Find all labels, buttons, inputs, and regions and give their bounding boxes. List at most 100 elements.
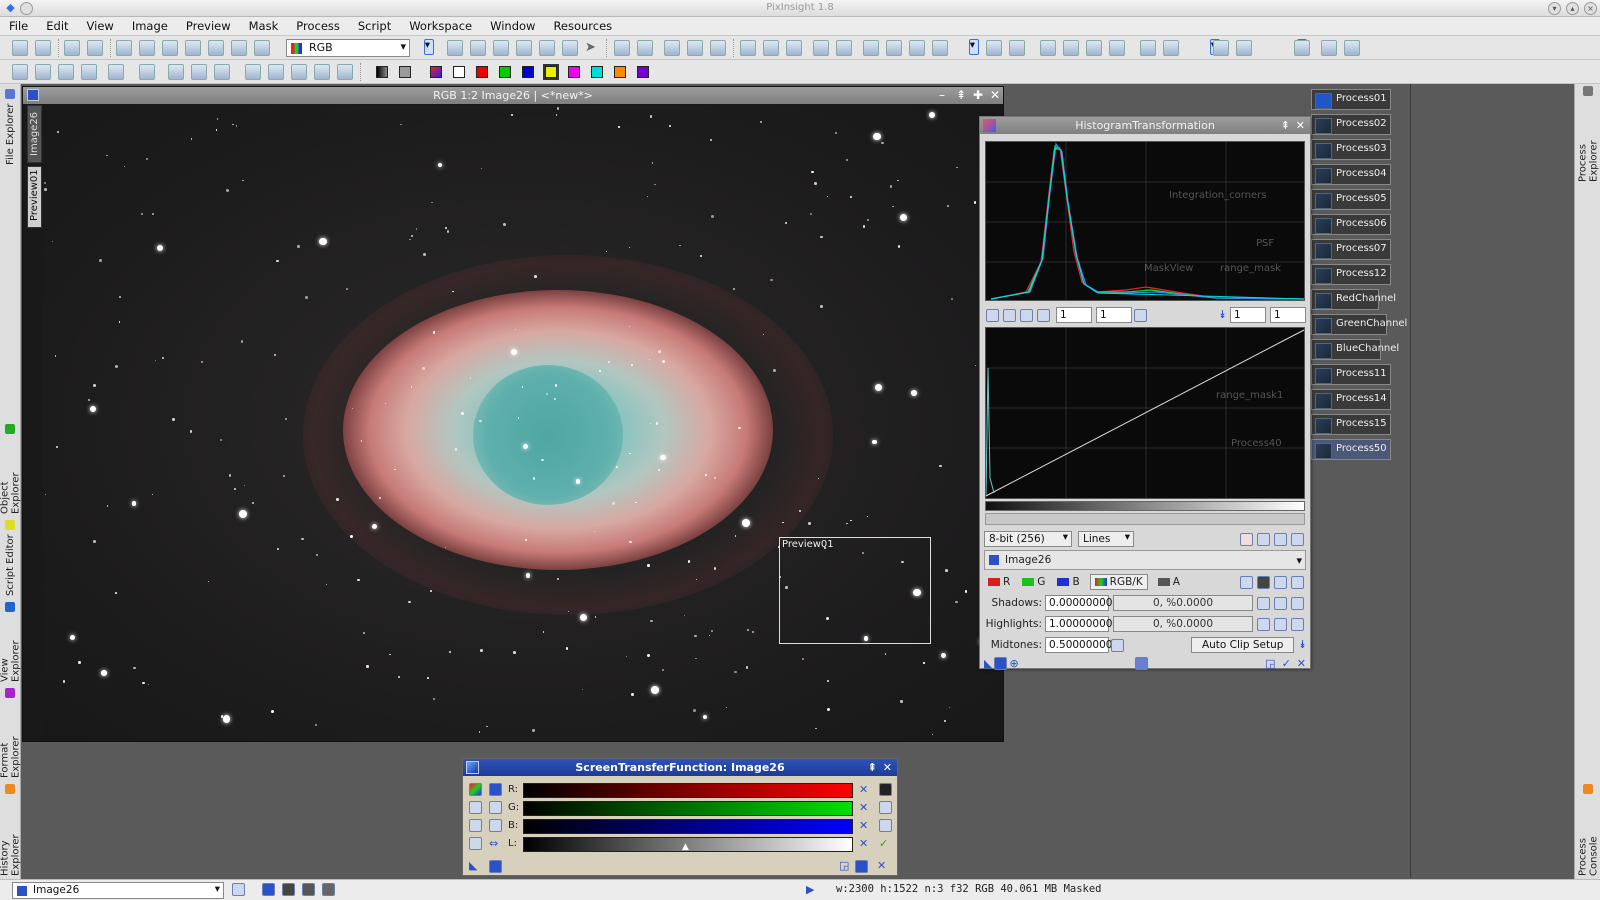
window-icon-3[interactable] <box>863 40 879 56</box>
magenta-swatch[interactable] <box>568 66 580 78</box>
channel-b[interactable]: B <box>1072 576 1079 588</box>
zoom-in-icon[interactable] <box>614 40 630 56</box>
channel-opt-icon-4[interactable] <box>1291 575 1304 589</box>
mask-mode-icon-3[interactable] <box>302 883 315 896</box>
stf-bar-b[interactable]: B: <box>508 819 853 834</box>
zoom-1-1-icon[interactable] <box>664 40 680 56</box>
menu-preview[interactable]: Preview <box>177 17 240 35</box>
stf-shade-button[interactable]: ⇞ <box>868 759 877 776</box>
reset-icon[interactable]: ✕ <box>1297 657 1306 670</box>
realtime-preview-icon[interactable]: ⊕ <box>1009 657 1018 670</box>
stf-window[interactable]: ScreenTransferFunction: Image26 ⇞ ✕ ⇔ R:… <box>462 758 898 876</box>
graph-style-select[interactable]: Lines <box>1078 531 1134 547</box>
cascade-icon[interactable] <box>786 40 802 56</box>
stf-close-button[interactable]: ✕ <box>883 759 892 776</box>
flip-icon[interactable] <box>337 64 353 80</box>
window-icon-5[interactable] <box>909 40 925 56</box>
image-canvas[interactable]: Preview01 <box>43 105 1003 741</box>
edit-preview-icon[interactable] <box>562 40 578 56</box>
process-icon-process01[interactable]: Process01 <box>1311 89 1391 110</box>
tool-icon-11[interactable] <box>1321 40 1337 56</box>
view-selector-row[interactable]: Image26 ▾ <box>984 550 1306 570</box>
stf-bar-l[interactable]: L: ▲ <box>508 837 853 852</box>
dock-tab-file-explorer[interactable]: File Explorer <box>2 88 19 166</box>
process-icon-greenchannel[interactable]: GreenChannel <box>1311 314 1407 335</box>
zoom-fit-icon[interactable] <box>447 40 463 56</box>
process-icon-process03[interactable]: Process03 <box>1311 139 1391 160</box>
menu-image[interactable]: Image <box>123 17 177 35</box>
stf-reset-icon[interactable]: ✕ <box>877 859 886 872</box>
menu-file[interactable]: File <box>0 17 37 35</box>
grid-icon[interactable] <box>1291 532 1304 546</box>
cyan-swatch[interactable] <box>591 66 603 78</box>
process-icon-process07[interactable]: Process07 <box>1311 239 1391 260</box>
menu-process[interactable]: Process <box>287 17 349 35</box>
maximize-button[interactable]: ▴ <box>1566 2 1579 15</box>
stf-reset-g-icon[interactable]: ✕ <box>859 801 868 814</box>
preview-rectangle[interactable]: Preview01 <box>779 537 931 644</box>
image-maximize-button[interactable]: ✚ <box>973 87 983 104</box>
script-icon-2[interactable] <box>35 64 51 80</box>
histogram-shade-button[interactable]: ⇞ <box>1281 117 1290 134</box>
stf-icon-3[interactable] <box>489 801 502 814</box>
histogram-center-icon[interactable] <box>1135 656 1149 670</box>
geometry-icon-2[interactable] <box>268 64 284 80</box>
window-icon-2[interactable] <box>836 40 852 56</box>
histogram-output-graph[interactable]: Integration_corners PSF MaskView range_m… <box>985 141 1305 301</box>
red-swatch[interactable] <box>476 66 488 78</box>
apply-global-icon[interactable] <box>994 656 1008 670</box>
script-icon-5[interactable] <box>108 64 124 80</box>
dock-tab-format-explorer[interactable]: Format Explorer <box>0 688 22 778</box>
new-preview-icon[interactable] <box>539 40 555 56</box>
green-swatch[interactable] <box>499 66 511 78</box>
window-icon-6[interactable] <box>932 40 948 56</box>
status-play-icon[interactable]: ▶ <box>806 883 814 896</box>
menu-window[interactable]: Window <box>481 17 544 35</box>
menu-script[interactable]: Script <box>349 17 400 35</box>
stf-reset-r-icon[interactable]: ✕ <box>859 783 868 796</box>
zoom-v2-input[interactable]: 1 <box>1270 307 1306 323</box>
workspace-icon-1[interactable] <box>986 40 1002 56</box>
process-icon-process50[interactable]: Process50 <box>1311 439 1391 460</box>
tool-icon-5[interactable] <box>1163 40 1179 56</box>
dock-tab-object-explorer[interactable]: Object Explorer <box>0 424 22 514</box>
browse-docs-icon[interactable]: ◲ <box>1265 657 1275 670</box>
tool-icon-3[interactable] <box>1109 40 1125 56</box>
rgb-swatch[interactable] <box>430 66 442 78</box>
midtones-reset-icon[interactable] <box>1111 638 1124 652</box>
histogram-titlebar[interactable]: HistogramTransformation ⇞ ✕ <box>980 117 1310 134</box>
view-selector[interactable]: Image26 <box>1005 554 1051 566</box>
stf-icon-6[interactable] <box>469 837 482 850</box>
process-icon-process06[interactable]: Process06 <box>1311 214 1391 235</box>
pan-hist-icon[interactable] <box>1037 308 1050 322</box>
preview-icon-3[interactable] <box>191 64 207 80</box>
zoom-v-input[interactable]: 1 <box>1096 307 1132 323</box>
lock-icon[interactable] <box>1040 40 1056 56</box>
zoom-reset-icon[interactable] <box>1020 308 1033 322</box>
white-swatch[interactable] <box>453 66 465 78</box>
center-icon[interactable] <box>493 40 509 56</box>
highlights-auto-icon[interactable] <box>1257 617 1270 631</box>
pan-icon[interactable] <box>470 40 486 56</box>
preview-icon-4[interactable] <box>214 64 230 80</box>
menu-edit[interactable]: Edit <box>37 17 77 35</box>
close-app-button[interactable]: × <box>1584 2 1597 15</box>
undo-icon[interactable] <box>12 40 28 56</box>
window-icon-1[interactable] <box>813 40 829 56</box>
menu-mask[interactable]: Mask <box>240 17 288 35</box>
tool-icon-4[interactable] <box>1140 40 1156 56</box>
zoom-out-icon[interactable] <box>637 40 653 56</box>
apply-check-icon[interactable]: ✓ <box>1282 657 1291 670</box>
menu-workspace[interactable]: Workspace <box>400 17 481 35</box>
fit-view-icon[interactable] <box>740 40 756 56</box>
expand-arrow-icon[interactable]: ⯯ <box>1219 308 1226 322</box>
stf-opt-icon-2[interactable] <box>879 801 892 814</box>
new-image-icon[interactable] <box>64 40 80 56</box>
redo-icon[interactable] <box>35 40 51 56</box>
move-icon[interactable] <box>516 40 532 56</box>
menu-view[interactable]: View <box>78 17 123 35</box>
preview-icon-1[interactable] <box>139 64 155 80</box>
zoom-h2-input[interactable]: 1 <box>1230 307 1266 323</box>
image-window[interactable]: RGB 1:2 Image26 | <*new*> – ⇞ ✚ ✕ Image2… <box>22 86 1004 742</box>
tool-icon-12[interactable] <box>1344 40 1360 56</box>
